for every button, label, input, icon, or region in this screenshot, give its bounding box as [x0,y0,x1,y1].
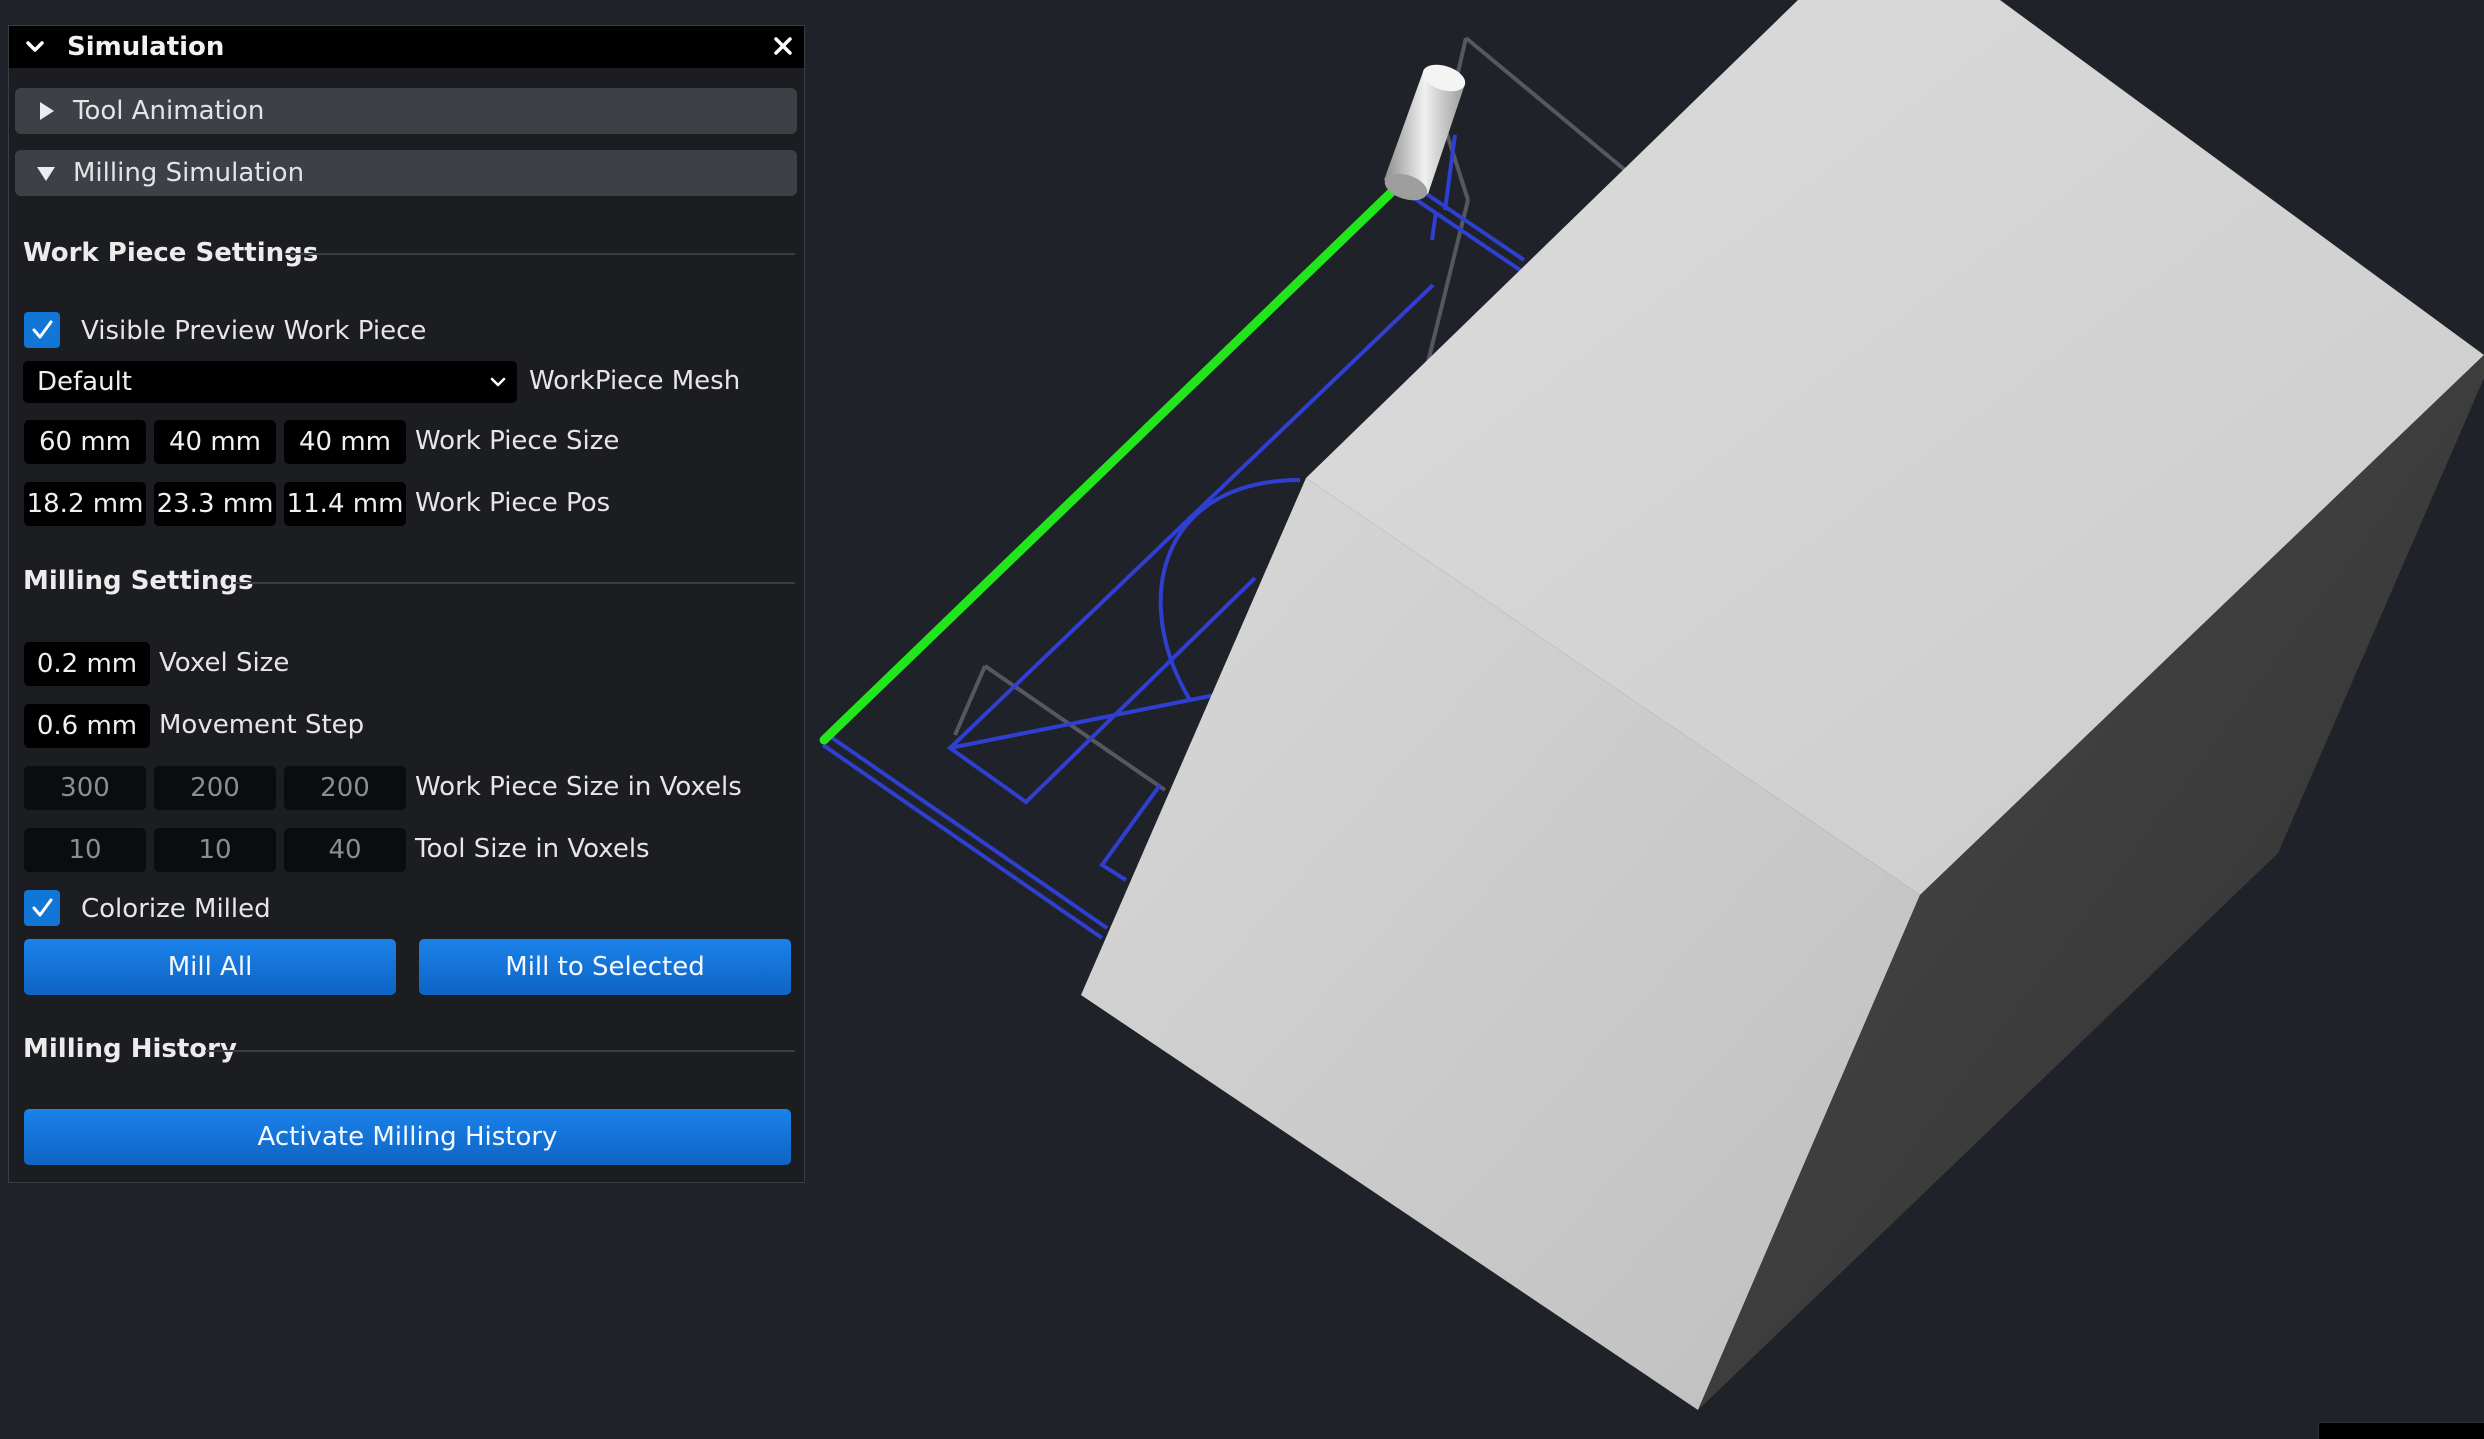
work-piece-pos-z[interactable]: 11.4 mm [284,482,406,526]
divider [233,582,795,584]
work-piece-pos-y[interactable]: 23.3 mm [154,482,276,526]
viewport-corner-toolbar [2318,1422,2484,1439]
mill-all-button[interactable]: Mill All [24,939,396,995]
tool-voxels-y-readonly: 10 [154,828,276,872]
tool-voxels-x-readonly: 10 [24,828,146,872]
tool-animation-label: Tool Animation [73,96,265,126]
movement-step-input[interactable]: 0.6 mm [24,704,150,748]
movement-step-label: Movement Step [159,710,365,740]
close-icon[interactable] [771,34,795,58]
milling-history-heading: Milling History [23,1034,237,1064]
triangle-down-icon [37,167,55,181]
milling-simulation-label: Milling Simulation [73,158,305,188]
milling-simulation-header[interactable]: Milling Simulation [15,150,797,196]
tool-voxels-z-readonly: 40 [284,828,406,872]
voxels-x-readonly: 300 [24,766,146,810]
voxels-y-readonly: 200 [154,766,276,810]
colorize-milled-label: Colorize Milled [81,894,271,924]
simulation-panel: Simulation Tool Animation Milling Simula… [8,25,805,1183]
work-piece-size-y[interactable]: 40 mm [154,420,276,464]
panel-titlebar: Simulation [9,26,804,68]
work-piece-size-label: Work Piece Size [415,426,620,456]
visible-preview-checkbox[interactable] [24,312,60,348]
divider [285,253,795,255]
activate-milling-history-button[interactable]: Activate Milling History [24,1109,791,1165]
mill-to-selected-button[interactable]: Mill to Selected [419,939,791,995]
voxel-size-input[interactable]: 0.2 mm [24,642,150,686]
workpiece-mesh-label: WorkPiece Mesh [529,366,741,396]
collapse-chevron-icon[interactable] [23,35,47,59]
voxels-label: Work Piece Size in Voxels [415,772,742,802]
work-piece-size-z[interactable]: 40 mm [284,420,406,464]
tool-animation-header[interactable]: Tool Animation [15,88,797,134]
checkmark-icon [32,898,53,917]
work-piece-pos-x[interactable]: 18.2 mm [24,482,146,526]
colorize-milled-checkbox[interactable] [24,890,60,926]
tool-voxels-label: Tool Size in Voxels [415,834,650,864]
panel-title: Simulation [67,32,225,62]
milling-settings-heading: Milling Settings [23,566,254,596]
triangle-right-icon [40,102,54,120]
work-piece-pos-label: Work Piece Pos [415,488,611,518]
cylinder-tool-icon [1384,64,1466,201]
voxels-z-readonly: 200 [284,766,406,810]
checkmark-icon [32,320,53,339]
workpiece-mesh-value: Default [37,367,132,397]
divider [205,1050,795,1052]
visible-preview-label: Visible Preview Work Piece [81,316,427,346]
work-piece-size-x[interactable]: 60 mm [24,420,146,464]
voxel-size-label: Voxel Size [159,648,290,678]
work-piece-settings-heading: Work Piece Settings [23,238,319,268]
chevron-down-icon [490,377,506,387]
workpiece-mesh-dropdown[interactable]: Default [23,361,517,403]
workpiece-block[interactable] [1081,0,2484,1410]
